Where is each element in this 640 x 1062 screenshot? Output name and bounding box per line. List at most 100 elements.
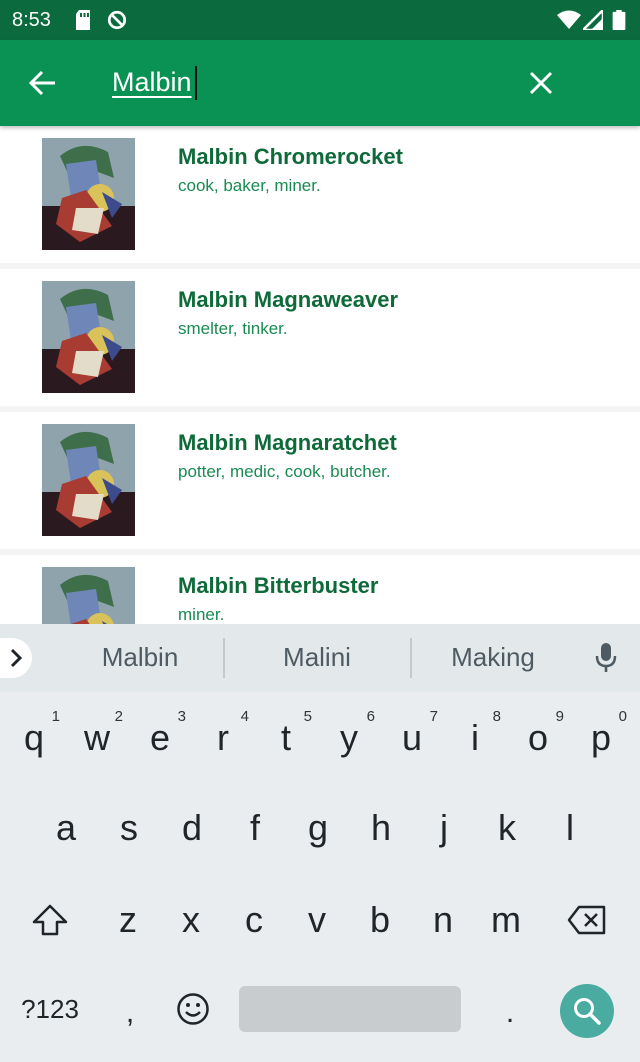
key-w[interactable]: w2 — [67, 698, 127, 778]
key-label: i — [471, 717, 479, 758]
search-input[interactable]: Malbin — [112, 62, 192, 102]
key-r[interactable]: r4 — [193, 698, 253, 778]
portrait-thumbnail — [42, 567, 135, 624]
result-jobs: miner. — [178, 605, 225, 624]
key-s[interactable]: s — [99, 788, 159, 868]
key-m[interactable]: m — [476, 880, 536, 960]
key-label: p — [590, 717, 612, 758]
status-bar: 8:53 — [0, 0, 640, 40]
key-l[interactable]: l — [540, 788, 600, 868]
back-button[interactable] — [20, 60, 66, 106]
key-p[interactable]: p0 — [571, 698, 631, 778]
key-i[interactable]: i8 — [445, 698, 505, 778]
key-u[interactable]: u7 — [382, 698, 442, 778]
key-v[interactable]: v — [287, 880, 347, 960]
key-t[interactable]: t5 — [256, 698, 316, 778]
result-item[interactable]: Malbin Chromerocket cook, baker, miner. — [0, 126, 640, 263]
result-jobs: smelter, tinker. — [178, 319, 288, 338]
key-y[interactable]: y6 — [319, 698, 379, 778]
period-key[interactable]: . — [490, 988, 530, 1038]
result-item[interactable]: Malbin Magnaratchet potter, medic, cook,… — [0, 412, 640, 549]
key-hint: 6 — [366, 708, 375, 725]
key-label: r — [217, 717, 229, 758]
emoji-icon — [177, 993, 209, 1025]
backspace-key[interactable] — [556, 880, 618, 960]
key-z[interactable]: z — [98, 880, 158, 960]
key-hint: 2 — [114, 708, 123, 725]
key-o[interactable]: o9 — [508, 698, 568, 778]
key-label: t — [280, 717, 291, 758]
soft-keyboard: Malbin Malini Making q1 w2 e3 r4 t5 y6 u… — [0, 624, 640, 1062]
result-item[interactable]: Malbin Magnaweaver smelter, tinker. — [0, 269, 640, 406]
text-cursor — [195, 66, 197, 100]
close-icon — [529, 71, 553, 95]
clear-button[interactable] — [518, 60, 564, 106]
key-label: w — [84, 717, 110, 758]
key-j[interactable]: j — [414, 788, 474, 868]
key-label: o — [527, 717, 549, 758]
key-hint: 7 — [429, 708, 438, 725]
key-hint: 8 — [492, 708, 501, 725]
results-list: Malbin Chromerocket cook, baker, miner. … — [0, 126, 640, 624]
search-key[interactable] — [560, 984, 614, 1038]
key-hint: 5 — [303, 708, 312, 725]
chevron-right-icon — [10, 648, 23, 668]
key-a[interactable]: a — [36, 788, 96, 868]
key-hint: 3 — [177, 708, 186, 725]
search-icon — [574, 998, 601, 1025]
suggestion-divider — [223, 638, 225, 678]
key-g[interactable]: g — [288, 788, 348, 868]
result-name: Malbin Bitterbuster — [178, 573, 379, 598]
suggestion-2[interactable]: Malini — [237, 642, 397, 673]
emoji-key[interactable] — [170, 986, 216, 1032]
key-e[interactable]: e3 — [130, 698, 190, 778]
portrait-thumbnail — [42, 138, 135, 250]
result-name: Malbin Magnaweaver — [178, 287, 399, 312]
comma-key[interactable]: , — [110, 988, 150, 1038]
expand-toolbar-button[interactable] — [0, 638, 32, 678]
search-bar: Malbin — [0, 40, 640, 126]
key-hint: 1 — [51, 708, 60, 725]
status-time: 8:53 — [12, 9, 51, 31]
key-k[interactable]: k — [477, 788, 537, 868]
suggestion-1[interactable]: Malbin — [60, 642, 220, 673]
signal-icon — [583, 10, 603, 30]
key-hint: 9 — [555, 708, 564, 725]
microphone-icon — [595, 643, 617, 672]
shift-key[interactable] — [20, 880, 80, 960]
result-jobs: cook, baker, miner. — [178, 176, 321, 195]
key-h[interactable]: h — [351, 788, 411, 868]
symbols-key[interactable]: ?123 — [14, 984, 86, 1034]
result-name: Malbin Magnaratchet — [178, 430, 397, 455]
key-label: e — [149, 717, 171, 758]
key-n[interactable]: n — [413, 880, 473, 960]
result-jobs: potter, medic, cook, butcher. — [178, 462, 391, 481]
suggestion-3[interactable]: Making — [413, 642, 573, 673]
key-b[interactable]: b — [350, 880, 410, 960]
key-f[interactable]: f — [225, 788, 285, 868]
result-item[interactable]: Malbin Bitterbuster miner. — [0, 555, 640, 624]
key-label: q — [23, 717, 45, 758]
result-name: Malbin Chromerocket — [178, 144, 403, 169]
battery-icon — [612, 10, 626, 30]
sd-card-icon — [76, 10, 90, 30]
wifi-icon — [557, 10, 581, 29]
key-c[interactable]: c — [224, 880, 284, 960]
key-d[interactable]: d — [162, 788, 222, 868]
shift-icon — [32, 904, 68, 936]
key-label: y — [340, 717, 358, 758]
backspace-icon — [567, 905, 606, 935]
portrait-thumbnail — [42, 281, 135, 393]
space-key[interactable] — [239, 986, 461, 1032]
key-q[interactable]: q1 — [4, 698, 64, 778]
suggestion-divider — [410, 638, 412, 678]
do-not-disturb-icon — [107, 10, 127, 30]
key-hint: 0 — [618, 708, 627, 725]
key-label: u — [401, 717, 423, 758]
arrow-left-icon — [29, 70, 55, 96]
voice-input-button[interactable] — [588, 640, 624, 676]
suggestion-bar: Malbin Malini Making — [0, 624, 640, 692]
portrait-thumbnail — [42, 424, 135, 536]
key-x[interactable]: x — [161, 880, 221, 960]
key-hint: 4 — [240, 708, 249, 725]
